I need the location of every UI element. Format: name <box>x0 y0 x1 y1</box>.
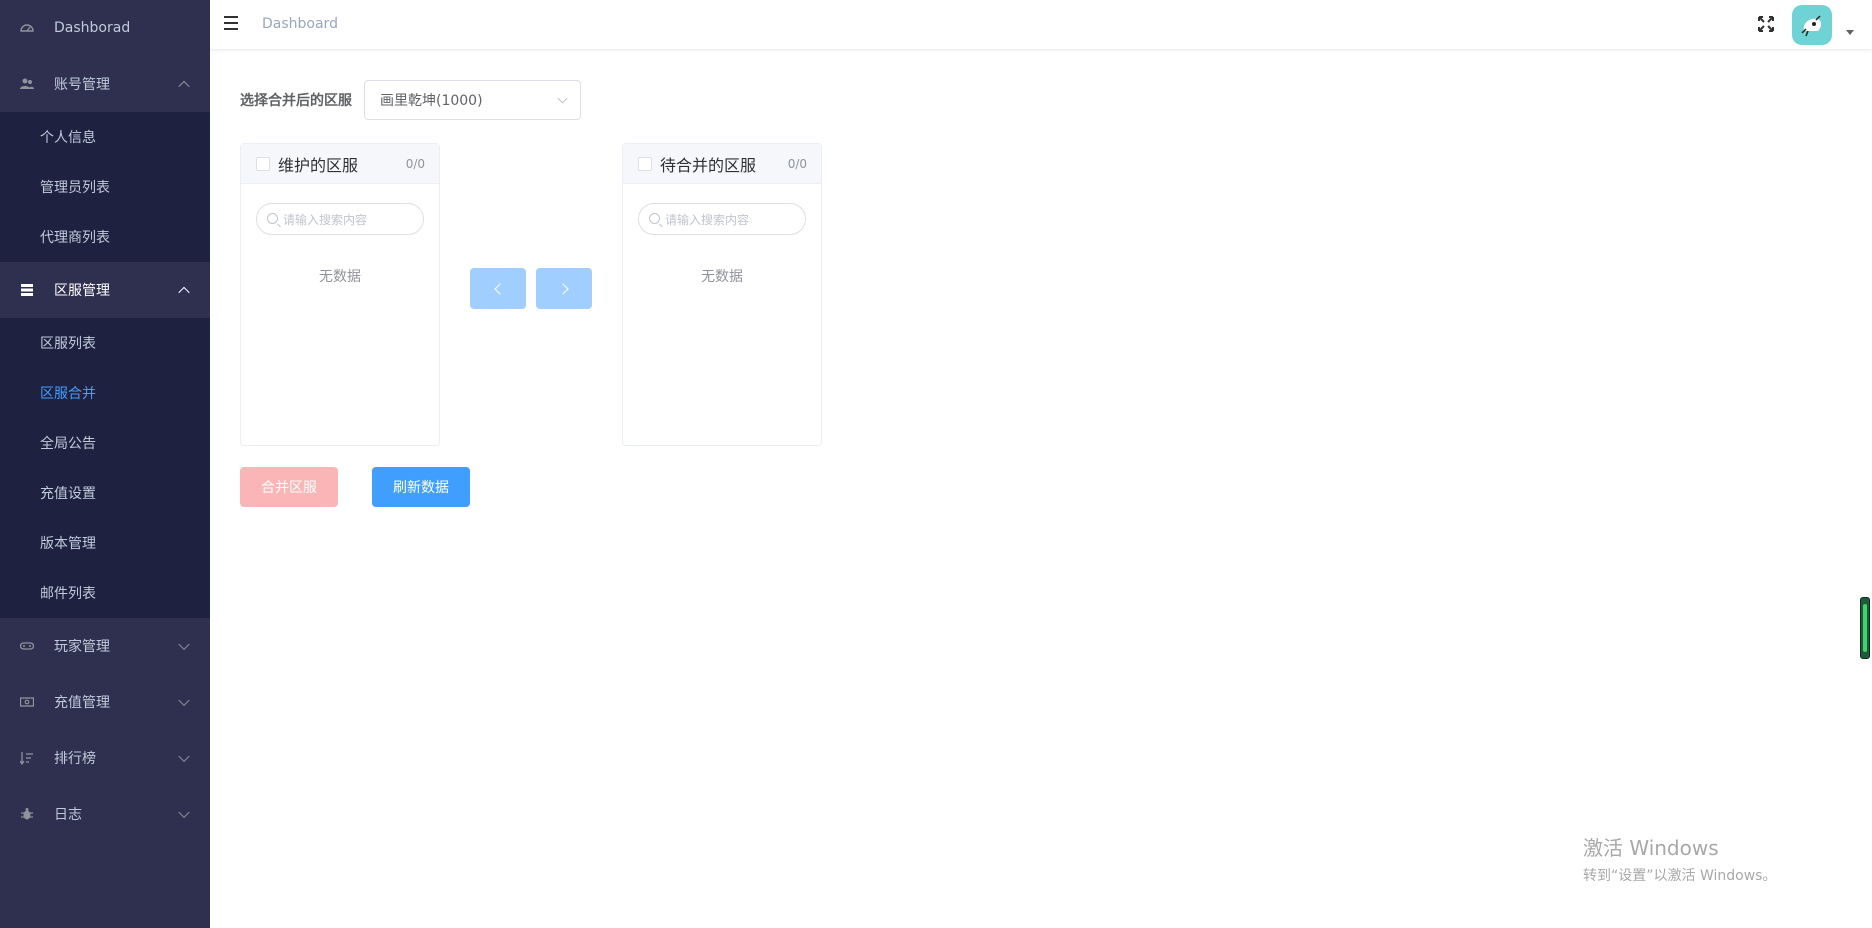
menu-ranking-label: 排行榜 <box>54 751 96 767</box>
target-server-value: 画里乾坤(1000) <box>380 93 483 109</box>
sidebar-item-server-list[interactable]: 区服列表 <box>0 318 210 368</box>
sidebar-item-agent-list[interactable]: 代理商列表 <box>0 212 210 262</box>
select-all-left-checkbox[interactable] <box>256 156 270 171</box>
fullscreen-icon[interactable] <box>1757 15 1775 33</box>
chevron-left-icon <box>493 282 506 295</box>
windows-activation-watermark: 激活 Windows 转到“设置”以激活 Windows。 <box>1583 832 1776 885</box>
main-content: 选择合并后的区服 画里乾坤(1000) 维护的区服 0/0 请输入搜索内容 无数… <box>210 51 1872 928</box>
transfer-panel-right-title: 待合并的区服 <box>660 155 757 175</box>
app-root: Dashborad 账号管理 个人信息 管理员列表 代理商列表 区服管理 区服列… <box>0 0 1872 928</box>
chevron-up-icon <box>178 80 190 93</box>
chevron-up-icon <box>178 286 190 299</box>
menu-ranking[interactable]: 排行榜 <box>0 730 210 786</box>
menu-server[interactable]: 区服管理 <box>0 262 210 318</box>
menu-dashboard[interactable]: Dashborad <box>0 0 210 56</box>
transfer-right-search-placeholder: 请输入搜索内容 <box>665 212 750 227</box>
transfer-panel-left-count: 0/0 <box>405 156 425 171</box>
dashboard-icon <box>20 21 34 35</box>
transfer-right-empty: 无数据 <box>701 269 743 285</box>
transfer-panel-right: 待合并的区服 0/0 请输入搜索内容 无数据 <box>622 143 822 446</box>
server-icon <box>20 283 34 297</box>
menu-server-label: 区服管理 <box>54 283 110 299</box>
move-left-button[interactable] <box>470 268 526 309</box>
chevron-down-icon <box>178 638 190 651</box>
sidebar-item-profile[interactable]: 个人信息 <box>0 112 210 162</box>
transfer-panel-left-title: 维护的区服 <box>278 155 359 175</box>
hamburger-icon[interactable] <box>224 16 238 30</box>
submenu-account: 个人信息 管理员列表 代理商列表 <box>0 112 210 262</box>
target-server-select[interactable]: 画里乾坤(1000) <box>364 80 581 120</box>
sidebar-item-recharge-settings[interactable]: 充值设置 <box>0 468 210 518</box>
submenu-server: 区服列表 区服合并 全局公告 充值设置 版本管理 邮件列表 <box>0 318 210 618</box>
floating-scroll-handle[interactable] <box>1860 597 1870 659</box>
search-icon <box>267 213 278 224</box>
transfer-panel-right-count: 0/0 <box>787 156 807 171</box>
transfer-left-search-input[interactable]: 请输入搜索内容 <box>256 203 424 235</box>
target-server-label: 选择合并后的区服 <box>240 93 352 109</box>
transfer-panel-right-header: 待合并的区服 0/0 <box>623 144 821 184</box>
target-server-row: 选择合并后的区服 画里乾坤(1000) <box>240 80 581 120</box>
menu-log-label: 日志 <box>54 807 82 823</box>
transfer-right-search-input[interactable]: 请输入搜索内容 <box>638 203 806 235</box>
sidebar-item-admin-list[interactable]: 管理员列表 <box>0 162 210 212</box>
move-right-button[interactable] <box>536 268 592 309</box>
sidebar-item-version[interactable]: 版本管理 <box>0 518 210 568</box>
menu-recharge[interactable]: 充值管理 <box>0 674 210 730</box>
bug-icon <box>20 807 34 821</box>
menu-player-label: 玩家管理 <box>54 639 110 655</box>
select-all-right-checkbox[interactable] <box>638 156 652 171</box>
chevron-down-icon <box>178 806 190 819</box>
chevron-down-icon <box>557 93 568 104</box>
avatar[interactable] <box>1792 5 1832 45</box>
search-icon <box>649 213 660 224</box>
sidebar-item-announcement[interactable]: 全局公告 <box>0 418 210 468</box>
transfer-left-search-placeholder: 请输入搜索内容 <box>283 212 368 227</box>
chevron-right-icon <box>556 282 569 295</box>
top-navbar: Dashboard <box>210 0 1872 50</box>
sidebar-item-mail-list[interactable]: 邮件列表 <box>0 568 210 618</box>
chevron-down-icon <box>178 750 190 763</box>
menu-account-label: 账号管理 <box>54 77 110 93</box>
transfer-panel-left-header: 维护的区服 0/0 <box>241 144 439 184</box>
menu-account[interactable]: 账号管理 <box>0 56 210 112</box>
menu-player[interactable]: 玩家管理 <box>0 618 210 674</box>
caret-down-icon[interactable] <box>1846 30 1854 35</box>
menu-log[interactable]: 日志 <box>0 786 210 842</box>
menu-recharge-label: 充值管理 <box>54 695 110 711</box>
transfer-left-empty: 无数据 <box>319 269 361 285</box>
merge-server-button[interactable]: 合并区服 <box>240 467 338 507</box>
sidebar-item-server-merge[interactable]: 区服合并 <box>0 368 210 418</box>
users-icon <box>20 77 34 91</box>
money-icon <box>20 695 34 709</box>
transfer-panel-left: 维护的区服 0/0 请输入搜索内容 无数据 <box>240 143 440 446</box>
menu-dashboard-label: Dashborad <box>54 20 131 36</box>
gamepad-icon <box>20 639 34 653</box>
sort-icon <box>20 751 34 765</box>
refresh-data-button[interactable]: 刷新数据 <box>372 467 470 507</box>
watermark-subtitle: 转到“设置”以激活 Windows。 <box>1583 868 1777 884</box>
chevron-down-icon <box>178 694 190 707</box>
sidebar: Dashborad 账号管理 个人信息 管理员列表 代理商列表 区服管理 区服列… <box>0 0 210 928</box>
breadcrumb[interactable]: Dashboard <box>262 16 338 32</box>
watermark-title: 激活 Windows <box>1583 836 1719 860</box>
